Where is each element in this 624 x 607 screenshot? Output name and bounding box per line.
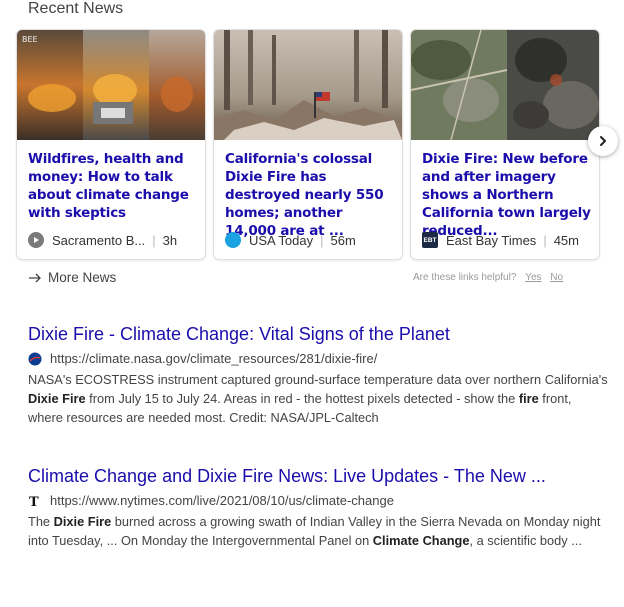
source-time: 3h: [162, 232, 178, 248]
card-source: EBT East Bay Times | 45m: [422, 232, 598, 248]
news-card[interactable]: Dixie Fire: New before and after imagery…: [410, 29, 600, 260]
card-title[interactable]: Wildfires, health and money: How to talk…: [28, 150, 198, 222]
burned-ruins-flag-image[interactable]: [214, 30, 402, 140]
arrow-right-icon: [29, 273, 41, 282]
card-source: USA Today | 56m: [225, 232, 401, 248]
snippet-text: The: [28, 514, 54, 529]
snippet-highlight: Dixie Fire: [53, 514, 112, 529]
card-title[interactable]: Dixie Fire: New before and after imagery…: [422, 150, 592, 240]
feedback-yes-link[interactable]: Yes: [525, 272, 541, 283]
source-name: Sacramento B...: [52, 232, 146, 248]
feedback-prompt: Are these links helpful? Yes No: [413, 272, 563, 283]
chevron-right-icon: [600, 136, 606, 146]
separator: |: [152, 232, 156, 248]
separator: |: [320, 232, 324, 248]
card-source: Sacramento B... | 3h: [28, 232, 204, 248]
snippet-text: , a scientific body ...: [469, 533, 582, 548]
card-title[interactable]: California's colossal Dixie Fire has des…: [225, 150, 395, 240]
result-url: T https://www.nytimes.com/live/2021/08/1…: [28, 493, 608, 508]
result-url-text[interactable]: https://www.nytimes.com/live/2021/08/10/…: [50, 493, 394, 508]
news-card[interactable]: BEE Wildfires, health and money: How to …: [16, 29, 206, 260]
news-card[interactable]: California's colossal Dixie Fire has des…: [213, 29, 403, 260]
result-url: https://climate.nasa.gov/climate_resourc…: [28, 351, 608, 366]
satellite-before-after-image[interactable]: [411, 30, 599, 140]
wildfire-street-image[interactable]: BEE: [17, 30, 205, 140]
east-bay-times-logo-icon: EBT: [422, 232, 438, 248]
snippet-text: NASA's ECOSTRESS instrument captured gro…: [28, 372, 608, 387]
svg-text:BEE: BEE: [22, 35, 38, 44]
usa-today-logo-icon: [225, 232, 241, 248]
more-news-link[interactable]: More News: [28, 270, 116, 285]
carousel-next-button[interactable]: [588, 126, 618, 156]
play-circle-icon: [28, 232, 44, 248]
result-url-text[interactable]: https://climate.nasa.gov/climate_resourc…: [50, 351, 377, 366]
nasa-favicon-icon: [28, 352, 42, 366]
source-time: 56m: [330, 232, 356, 248]
nytimes-favicon-icon: T: [28, 494, 42, 508]
search-result: Dixie Fire - Climate Change: Vital Signs…: [28, 324, 608, 427]
svg-text:T: T: [29, 495, 39, 508]
result-title-link[interactable]: Climate Change and Dixie Fire News: Live…: [28, 466, 608, 487]
snippet-highlight: Climate Change: [372, 533, 470, 548]
source-name: East Bay Times: [446, 232, 537, 248]
search-result: Climate Change and Dixie Fire News: Live…: [28, 466, 608, 550]
result-title-link[interactable]: Dixie Fire - Climate Change: Vital Signs…: [28, 324, 608, 345]
source-name: USA Today: [249, 232, 314, 248]
section-title: Recent News: [28, 0, 124, 17]
source-time: 45m: [553, 232, 579, 248]
result-snippet: The Dixie Fire burned across a growing s…: [28, 512, 608, 550]
snippet-text: from July 15 to July 24. Areas in red - …: [85, 391, 519, 406]
result-snippet: NASA's ECOSTRESS instrument captured gro…: [28, 370, 608, 427]
separator: |: [543, 232, 547, 248]
feedback-question: Are these links helpful?: [413, 272, 517, 283]
snippet-highlight: Dixie Fire: [28, 391, 86, 406]
news-carousel: BEE Wildfires, health and money: How to …: [16, 29, 606, 260]
feedback-no-link[interactable]: No: [550, 272, 563, 283]
snippet-highlight: fire: [518, 391, 539, 406]
more-news-label: More News: [48, 270, 117, 285]
